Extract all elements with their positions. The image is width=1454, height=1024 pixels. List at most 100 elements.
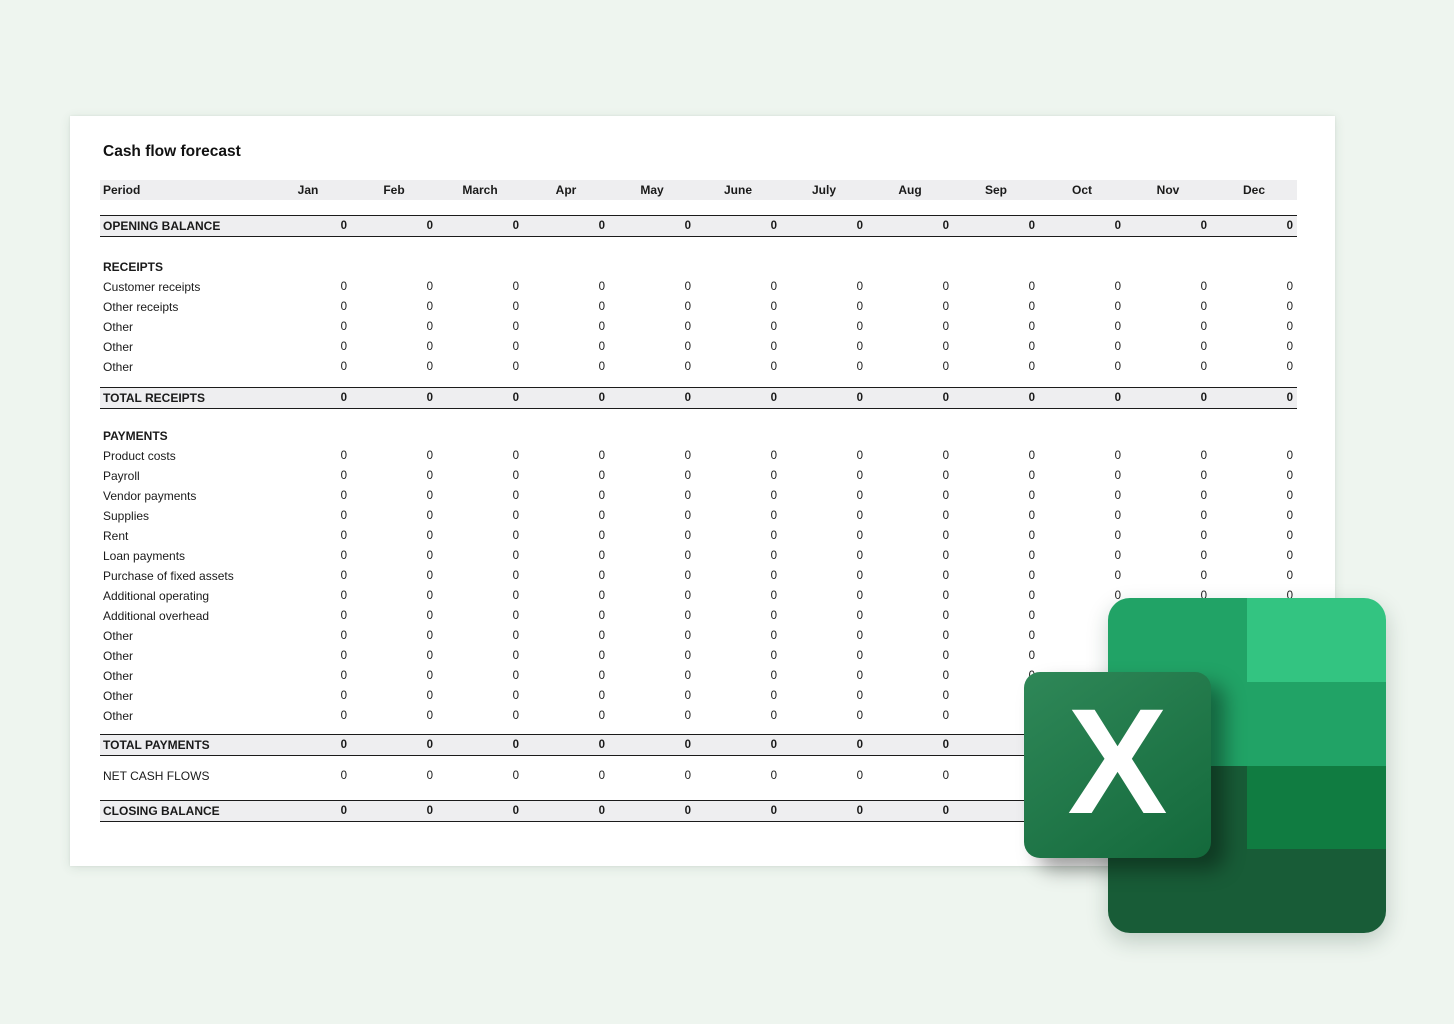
value-cell: 0 bbox=[437, 357, 523, 377]
row-label: RECEIPTS bbox=[100, 257, 265, 277]
row-label: Product costs bbox=[100, 446, 265, 466]
value-cell: 0 bbox=[437, 546, 523, 566]
table-row: Other000000000000 bbox=[100, 317, 1297, 337]
row-label: NET CASH FLOWS bbox=[100, 766, 265, 786]
month-header: Nov bbox=[1125, 180, 1211, 200]
month-header: Oct bbox=[1039, 180, 1125, 200]
value-cell: 0 bbox=[1211, 277, 1297, 297]
value-cell: 0 bbox=[781, 297, 867, 317]
row-label: Additional operating bbox=[100, 586, 265, 606]
value-cell: 0 bbox=[1211, 337, 1297, 357]
value-cell: 0 bbox=[609, 317, 695, 337]
value-cell: 0 bbox=[867, 277, 953, 297]
value-cell: 0 bbox=[437, 388, 523, 408]
value-cell: 0 bbox=[781, 486, 867, 506]
value-cell: 0 bbox=[609, 446, 695, 466]
value-cell: 0 bbox=[1039, 446, 1125, 466]
excel-logo-plate-right-row2 bbox=[1247, 682, 1386, 766]
value-cell: 0 bbox=[523, 766, 609, 786]
month-header: Aug bbox=[867, 180, 953, 200]
value-cell: 0 bbox=[867, 686, 953, 706]
value-cell: 0 bbox=[781, 626, 867, 646]
value-cell: 0 bbox=[1039, 317, 1125, 337]
value-cell: 0 bbox=[953, 646, 1039, 666]
value-cell: 0 bbox=[437, 317, 523, 337]
excel-logo-plate-right-row4 bbox=[1247, 849, 1386, 933]
value-cell: 0 bbox=[351, 446, 437, 466]
value-cell: 0 bbox=[867, 706, 953, 726]
value-cell: 0 bbox=[523, 506, 609, 526]
value-cell: 0 bbox=[867, 666, 953, 686]
value-cell: 0 bbox=[437, 706, 523, 726]
value-cell: 0 bbox=[953, 446, 1039, 466]
row-label: Other bbox=[100, 706, 265, 726]
value-cell: 0 bbox=[695, 566, 781, 586]
value-cell: 0 bbox=[1039, 546, 1125, 566]
value-cell: 0 bbox=[953, 606, 1039, 626]
table-row: Payroll000000000000 bbox=[100, 466, 1297, 486]
value-cell: 0 bbox=[523, 566, 609, 586]
value-cell: 0 bbox=[695, 706, 781, 726]
value-cell: 0 bbox=[351, 801, 437, 821]
value-cell: 0 bbox=[1125, 526, 1211, 546]
value-cell: 0 bbox=[1125, 216, 1211, 236]
value-cell: 0 bbox=[1125, 506, 1211, 526]
value-cell: 0 bbox=[265, 686, 351, 706]
value-cell: 0 bbox=[1211, 466, 1297, 486]
value-cell: 0 bbox=[867, 546, 953, 566]
value-cell: 0 bbox=[609, 277, 695, 297]
value-cell: 0 bbox=[265, 466, 351, 486]
value-cell: 0 bbox=[265, 317, 351, 337]
value-cell: 0 bbox=[609, 357, 695, 377]
value-cell: 0 bbox=[1125, 277, 1211, 297]
value-cell: 0 bbox=[867, 586, 953, 606]
value-cell: 0 bbox=[781, 801, 867, 821]
value-cell: 0 bbox=[953, 506, 1039, 526]
value-cell: 0 bbox=[437, 626, 523, 646]
value-cell: 0 bbox=[1039, 566, 1125, 586]
value-cell: 0 bbox=[1211, 566, 1297, 586]
value-cell: 0 bbox=[867, 801, 953, 821]
value-cell: 0 bbox=[437, 586, 523, 606]
value-cell: 0 bbox=[351, 686, 437, 706]
value-cell: 0 bbox=[265, 586, 351, 606]
value-cell: 0 bbox=[523, 546, 609, 566]
value-cell: 0 bbox=[867, 766, 953, 786]
value-cell: 0 bbox=[867, 466, 953, 486]
value-cell: 0 bbox=[867, 526, 953, 546]
value-cell: 0 bbox=[265, 801, 351, 821]
value-cell: 0 bbox=[695, 526, 781, 546]
value-cell: 0 bbox=[351, 388, 437, 408]
value-cell: 0 bbox=[609, 388, 695, 408]
value-cell: 0 bbox=[1211, 526, 1297, 546]
row-label: Purchase of fixed assets bbox=[100, 566, 265, 586]
value-cell: 0 bbox=[265, 506, 351, 526]
value-cell: 0 bbox=[781, 317, 867, 337]
value-cell: 0 bbox=[351, 317, 437, 337]
value-cell: 0 bbox=[523, 801, 609, 821]
value-cell: 0 bbox=[781, 686, 867, 706]
value-cell: 0 bbox=[523, 317, 609, 337]
value-cell: 0 bbox=[437, 297, 523, 317]
row-label: Other bbox=[100, 646, 265, 666]
value-cell: 0 bbox=[1039, 277, 1125, 297]
value-cell: 0 bbox=[265, 766, 351, 786]
value-cell: 0 bbox=[1125, 297, 1211, 317]
month-header: Jan bbox=[265, 180, 351, 200]
table-row: Supplies000000000000 bbox=[100, 506, 1297, 526]
value-cell: 0 bbox=[695, 546, 781, 566]
value-cell: 0 bbox=[265, 526, 351, 546]
row-payments-section: PAYMENTS bbox=[100, 426, 1297, 446]
value-cell: 0 bbox=[351, 486, 437, 506]
value-cell: 0 bbox=[265, 337, 351, 357]
value-cell: 0 bbox=[953, 357, 1039, 377]
value-cell: 0 bbox=[437, 735, 523, 755]
table-row: Other receipts000000000000 bbox=[100, 297, 1297, 317]
value-cell: 0 bbox=[1125, 388, 1211, 408]
value-cell: 0 bbox=[695, 357, 781, 377]
value-cell: 0 bbox=[695, 317, 781, 337]
value-cell: 0 bbox=[523, 606, 609, 626]
row-label: Other bbox=[100, 626, 265, 646]
row-receipts-section: RECEIPTS bbox=[100, 257, 1297, 277]
value-cell: 0 bbox=[781, 606, 867, 626]
